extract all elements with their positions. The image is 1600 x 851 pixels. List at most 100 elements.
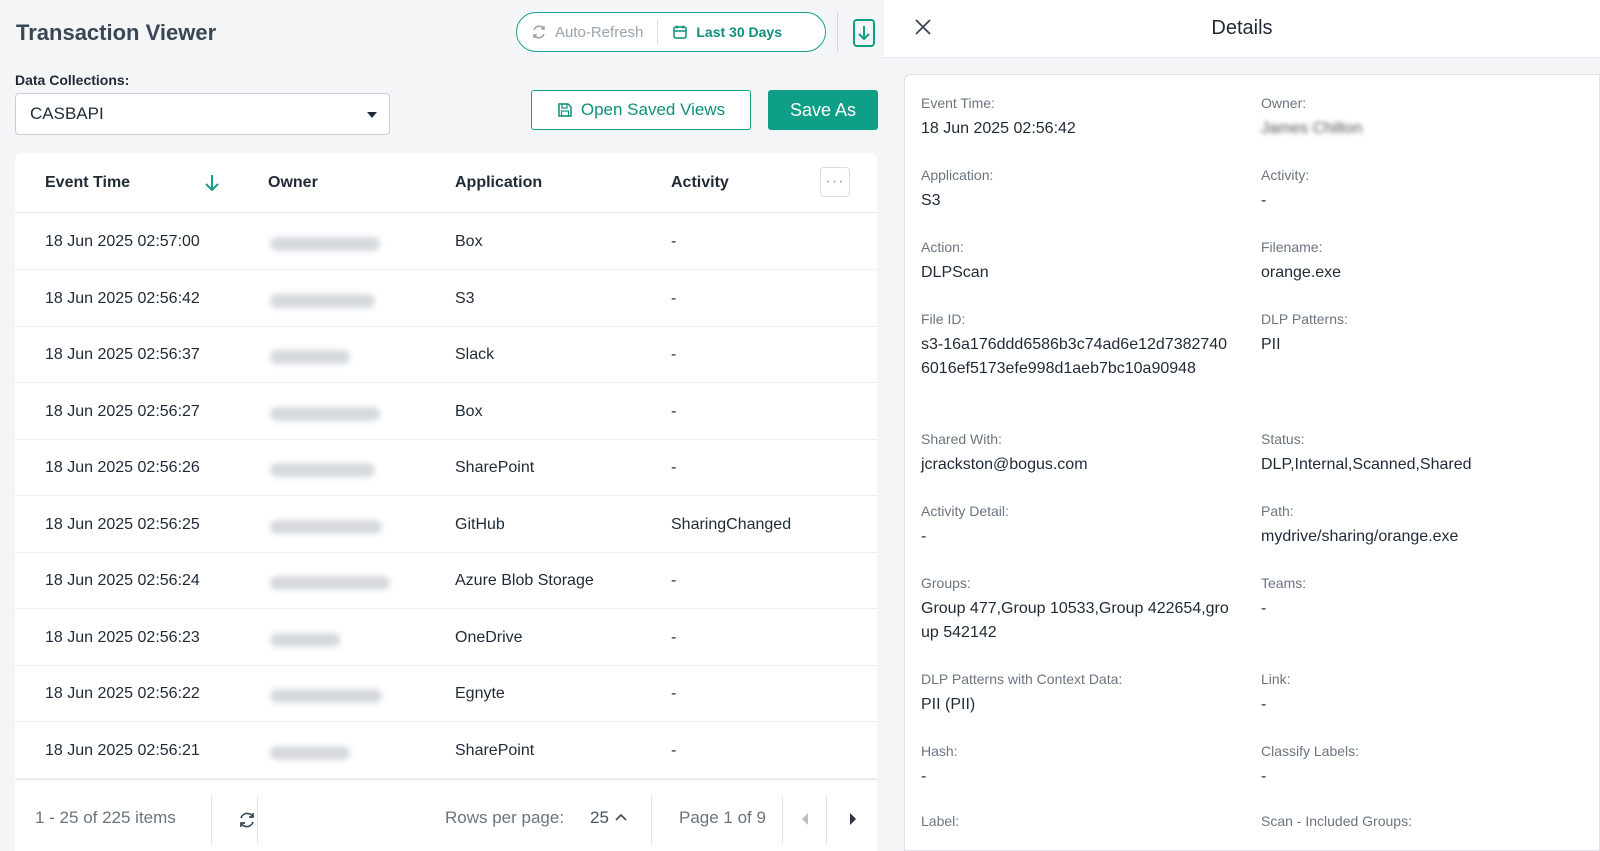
open-saved-views-button[interactable]: Open Saved Views — [531, 90, 751, 130]
table-row[interactable]: 18 Jun 2025 02:56:23 OneDrive - — [15, 609, 877, 666]
rows-per-page-label: Rows per page: — [445, 808, 565, 827]
date-range-button[interactable]: Last 30 Days — [658, 13, 796, 51]
header-divider — [837, 12, 838, 52]
column-header-activity[interactable]: Activity — [671, 174, 729, 192]
item-count: 1 - 25 of 225 items — [35, 808, 176, 827]
event-time-cell: 18 Jun 2025 02:56:21 — [45, 741, 200, 759]
detail-field: Owner: James Chilton — [1261, 95, 1581, 141]
calendar-icon — [673, 25, 688, 39]
activity-cell: - — [671, 741, 677, 759]
detail-field: DLP Patterns: PII — [1261, 311, 1581, 357]
application-cell: Box — [455, 402, 483, 420]
detail-field-value: - — [921, 768, 927, 785]
application-cell: Box — [455, 233, 483, 250]
detail-field-value: S3 — [921, 192, 941, 209]
application-cell: Azure Blob Storage — [455, 572, 594, 589]
auto-refresh-button[interactable]: Auto-Refresh — [517, 20, 659, 44]
owner-cell-redacted — [270, 406, 380, 421]
table-row[interactable]: 18 Jun 2025 02:56:21 SharePoint - — [15, 722, 877, 779]
table-header: Event Time Owner Application Activity ··… — [15, 153, 877, 213]
activity-cell: - — [671, 346, 677, 363]
activity-cell: - — [671, 685, 677, 702]
owner-cell-redacted — [270, 632, 340, 647]
owner-cell-redacted — [270, 463, 375, 477]
detail-field-value: - — [921, 528, 927, 545]
owner-cell-redacted — [270, 576, 390, 590]
table-row[interactable]: 18 Jun 2025 02:57:00 Box - — [15, 213, 877, 270]
previous-page-button[interactable] — [802, 813, 808, 825]
detail-field: Event Time: 18 Jun 2025 02:56:42 — [921, 95, 1241, 141]
detail-field-label: Owner: — [1261, 95, 1307, 111]
detail-field-label: Groups: — [921, 575, 971, 591]
event-time-cell: 18 Jun 2025 02:56:23 — [45, 628, 200, 646]
detail-field-label: Activity: — [1261, 167, 1310, 183]
table-row[interactable]: 18 Jun 2025 02:56:25 GitHub SharingChanged — [15, 496, 877, 553]
next-page-button[interactable] — [850, 813, 856, 825]
detail-field: Shared With: jcrackston@bogus.com — [921, 431, 1241, 477]
column-header-event-time[interactable]: Event Time — [45, 174, 130, 192]
detail-field-label: Event Time: — [921, 95, 995, 111]
table-row[interactable]: 18 Jun 2025 02:56:37 Slack - — [15, 326, 877, 383]
transaction-viewer-pane: Transaction Viewer Auto-Refresh Last 30 … — [0, 0, 884, 851]
column-header-application[interactable]: Application — [455, 174, 542, 192]
transactions-table: Event Time Owner Application Activity ··… — [15, 153, 877, 851]
open-saved-views-label: Open Saved Views — [580, 100, 726, 119]
detail-field-value: DLPScan — [921, 264, 989, 281]
detail-field-label: Shared With: — [921, 431, 1002, 447]
event-time-cell: 18 Jun 2025 02:56:26 — [45, 459, 200, 476]
owner-cell-redacted — [270, 293, 375, 308]
detail-field: Activity: - — [1261, 167, 1581, 213]
owner-cell-redacted — [270, 519, 382, 534]
detail-field-label: Filename: — [1261, 239, 1323, 255]
activity-cell: - — [671, 289, 677, 307]
column-header-owner[interactable]: Owner — [268, 174, 318, 192]
caret-down-icon — [367, 112, 377, 118]
detail-field-label: Link: — [1261, 671, 1291, 687]
application-cell: GitHub — [455, 515, 505, 533]
event-time-cell: 18 Jun 2025 02:56:24 — [45, 572, 200, 589]
detail-field-value: - — [1261, 192, 1267, 209]
table-row[interactable]: 18 Jun 2025 02:56:22 Egnyte - — [15, 665, 877, 722]
event-time-cell: 18 Jun 2025 02:56:42 — [45, 289, 200, 307]
data-collections-value: CASBAPI — [30, 104, 104, 123]
table-row[interactable]: 18 Jun 2025 02:56:26 SharePoint - — [15, 439, 877, 496]
owner-cell-redacted — [270, 689, 382, 703]
detail-field: Scan - Included Groups: — [1261, 813, 1581, 835]
detail-field-value: orange.exe — [1261, 264, 1342, 281]
detail-field: Activity Detail: - — [921, 503, 1241, 549]
detail-field: Teams: - — [1261, 575, 1581, 621]
details-title: Details — [1211, 17, 1273, 39]
detail-field-value: s3-16a176ddd6586b3c74ad6e12d73827406016e… — [921, 336, 1228, 377]
detail-field-label: Path: — [1261, 503, 1294, 519]
table-row[interactable]: 18 Jun 2025 02:56:42 S3 - — [15, 270, 877, 327]
detail-field-value: DLP,Internal,Scanned,Shared — [1261, 456, 1472, 473]
owner-cell-redacted — [270, 237, 380, 251]
sort-descending-icon[interactable] — [200, 171, 224, 195]
chevron-up-icon[interactable] — [615, 813, 627, 821]
detail-field-label: Activity Detail: — [921, 503, 1009, 519]
refresh-icon — [533, 25, 545, 39]
page-indicator: Page 1 of 9 — [679, 808, 766, 827]
table-row[interactable]: 18 Jun 2025 02:56:24 Azure Blob Storage - — [15, 552, 877, 609]
save-icon — [558, 103, 572, 117]
detail-field: Classify Labels: - — [1261, 743, 1581, 789]
detail-field-value: PII — [1261, 336, 1281, 353]
event-time-cell: 18 Jun 2025 02:56:25 — [45, 515, 200, 533]
export-button[interactable] — [851, 18, 877, 48]
refresh-icon[interactable] — [237, 810, 257, 830]
data-collections-select[interactable]: CASBAPI — [15, 93, 390, 135]
rows-per-page-select[interactable]: 25 — [590, 808, 609, 828]
event-time-cell: 18 Jun 2025 02:56:27 — [45, 402, 200, 420]
detail-field-value: - — [1261, 768, 1267, 785]
column-menu-button[interactable]: ··· — [820, 167, 850, 197]
detail-field-label: DLP Patterns with Context Data: — [921, 671, 1123, 687]
detail-field-value: - — [1261, 600, 1267, 617]
detail-field-value: Group 477,Group 10533,Group 422654,group… — [921, 600, 1229, 641]
page-title: Transaction Viewer — [16, 20, 217, 45]
event-time-cell: 18 Jun 2025 02:56:22 — [45, 685, 200, 702]
detail-field: Path: mydrive/sharing/orange.exe — [1261, 503, 1581, 549]
table-row[interactable]: 18 Jun 2025 02:56:27 Box - — [15, 383, 877, 440]
save-as-button[interactable]: Save As — [768, 90, 878, 130]
activity-cell: - — [671, 402, 677, 420]
detail-field-label: File ID: — [921, 311, 966, 327]
